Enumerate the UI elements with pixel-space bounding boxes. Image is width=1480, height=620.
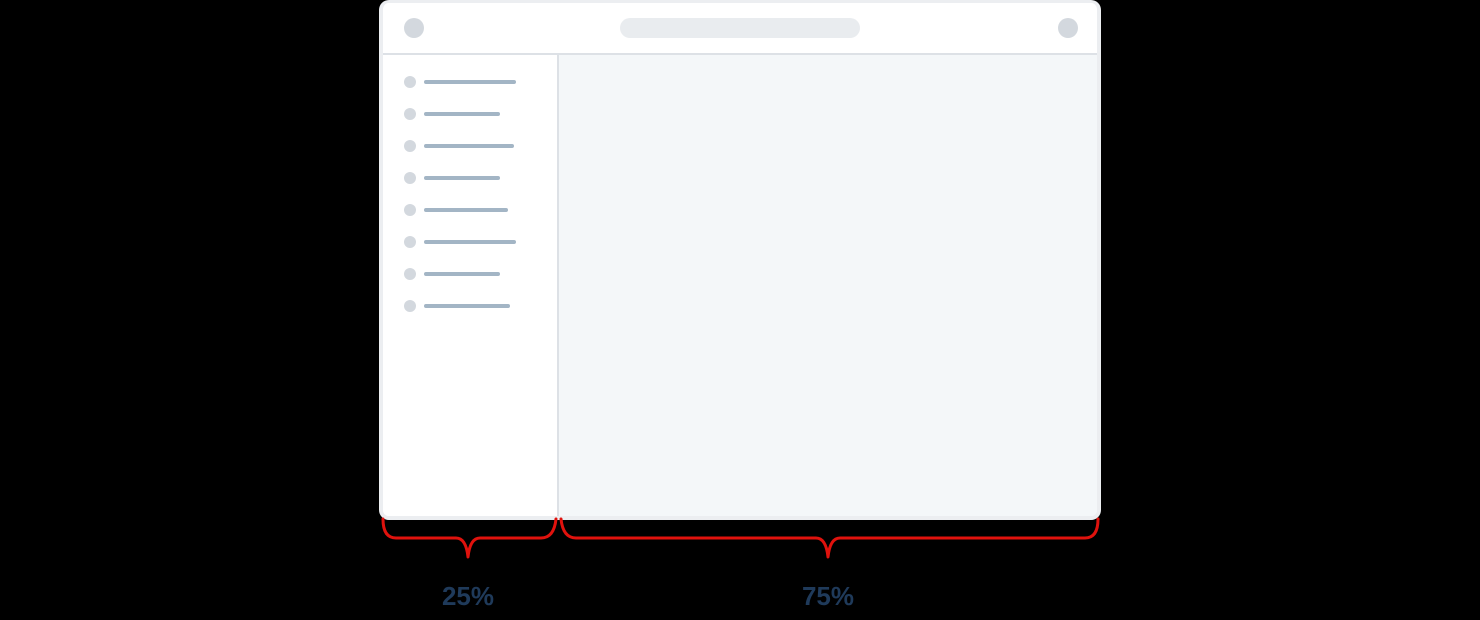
sidebar-width-brace xyxy=(381,517,558,559)
main-width-brace xyxy=(559,517,1100,559)
width-braces xyxy=(381,517,1100,559)
main-percentage-label: 75% xyxy=(801,581,855,611)
sidebar-percentage-label: 25% xyxy=(441,581,495,611)
